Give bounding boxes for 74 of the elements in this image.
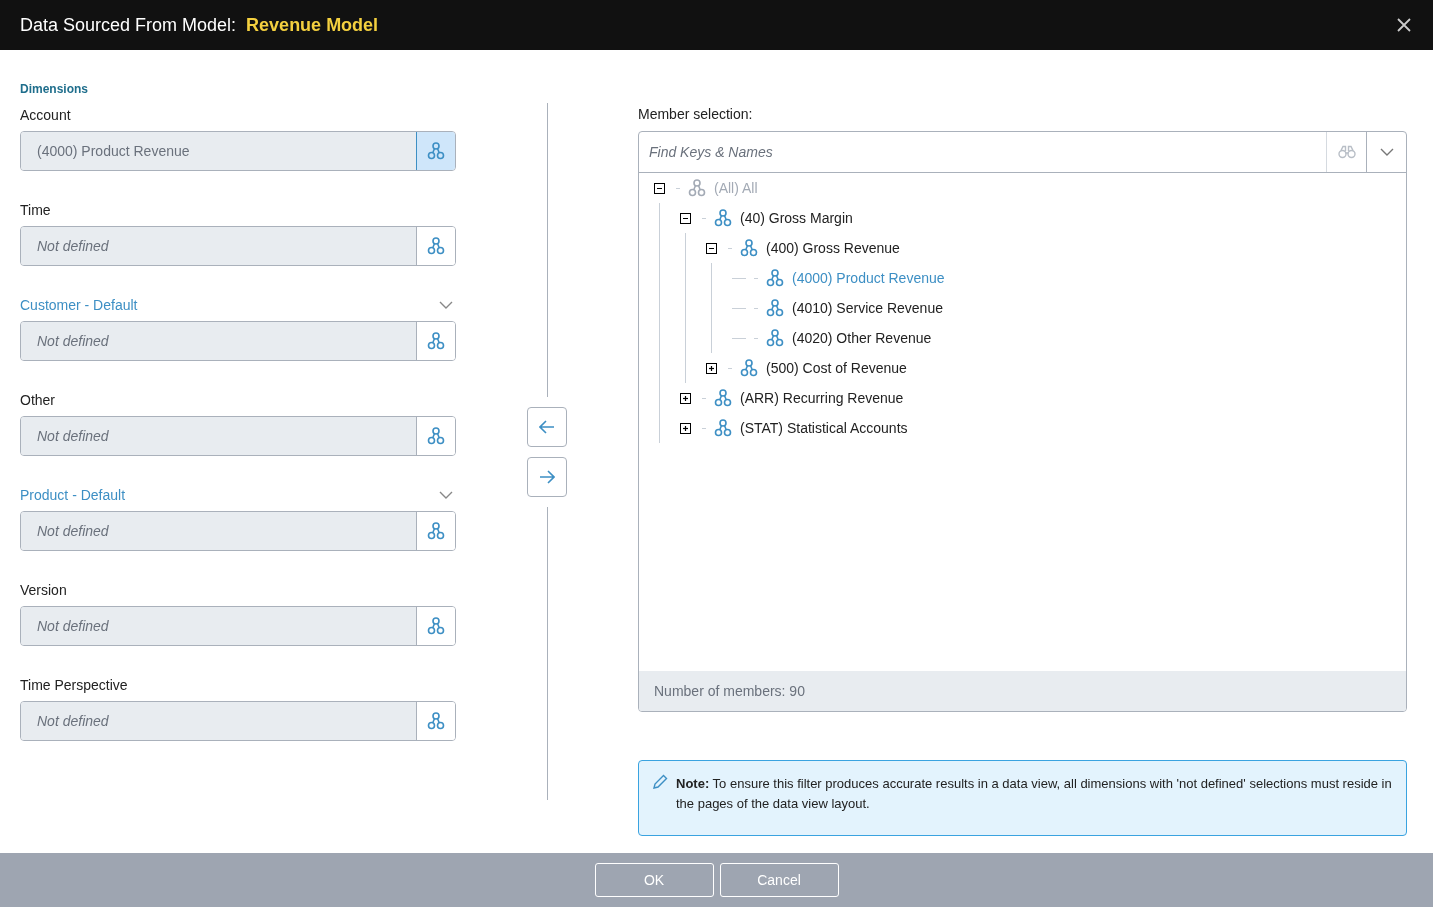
chevron-down-icon[interactable]	[439, 491, 453, 499]
hierarchy-icon	[714, 389, 732, 407]
hierarchy-icon	[427, 712, 445, 730]
tree-item[interactable]: (4020) Other Revenue	[792, 327, 932, 349]
dimension-label: Account	[20, 105, 71, 125]
dimension-field[interactable]: Not defined	[20, 606, 456, 646]
dimension-label: Time	[20, 200, 51, 220]
hierarchy-icon	[427, 332, 445, 350]
hierarchy-button[interactable]	[416, 512, 455, 550]
dimension-field[interactable]: Not defined	[20, 226, 456, 266]
dimension-label[interactable]: Customer - Default	[20, 294, 138, 316]
hierarchy-icon	[427, 427, 445, 445]
dimension-field[interactable]: Not defined	[20, 511, 456, 551]
hierarchy-button[interactable]	[416, 132, 455, 170]
tree-item[interactable]: (4000) Product Revenue	[792, 267, 945, 289]
hierarchy-icon	[740, 359, 758, 377]
tree-item[interactable]: (ARR) Recurring Revenue	[740, 387, 904, 409]
member-selection-label: Member selection:	[638, 105, 754, 124]
cancel-button[interactable]: Cancel	[719, 863, 839, 897]
expand-toggle[interactable]	[680, 422, 691, 434]
hierarchy-icon	[427, 237, 445, 255]
arrow-right-icon	[539, 469, 555, 484]
tree-item[interactable]: (4010) Service Revenue	[792, 297, 943, 319]
tree-item[interactable]: (400) Gross Revenue	[766, 237, 900, 259]
collapse-toggle[interactable]	[680, 212, 691, 224]
hierarchy-icon	[427, 617, 445, 635]
window-title: Data Sourced From Model:	[20, 13, 237, 37]
dimension-label[interactable]: Product - Default	[20, 484, 126, 506]
binoculars-icon	[1337, 145, 1356, 159]
expand-toggle[interactable]	[706, 362, 717, 374]
hierarchy-button[interactable]	[416, 417, 455, 455]
tree-item[interactable]: (40) Gross Margin	[740, 207, 853, 229]
member-count: Number of members: 90	[654, 681, 805, 701]
hierarchy-icon	[766, 299, 784, 317]
hierarchy-icon	[740, 239, 758, 257]
dimension-field[interactable]: Not defined	[20, 701, 456, 741]
pencil-icon	[652, 774, 668, 790]
search-field[interactable]: Find Keys & Names	[639, 132, 1326, 172]
hierarchy-icon	[427, 522, 445, 540]
hierarchy-icon	[766, 329, 784, 347]
hierarchy-button[interactable]	[416, 607, 455, 645]
dimension-label: Version	[20, 580, 67, 600]
move-left-button[interactable]	[527, 406, 567, 447]
chevron-down-icon	[1379, 148, 1394, 156]
model-name: Revenue Model	[246, 13, 379, 37]
collapse-toggle[interactable]	[654, 182, 665, 194]
note-text: Note: To ensure this filter produces accurate results in a data view, all dimensions with 'not defined' selections must reside in the pages of the data view layout.	[676, 775, 1393, 813]
hierarchy-icon	[714, 419, 732, 437]
section-heading: Dimensions	[20, 81, 89, 98]
hierarchy-button[interactable]	[416, 702, 455, 740]
plus-icon	[682, 394, 689, 402]
plus-icon	[708, 364, 715, 372]
expand-toggle[interactable]	[680, 392, 691, 404]
ok-button[interactable]: OK	[594, 863, 714, 897]
plus-icon	[682, 424, 689, 432]
close-button[interactable]	[1395, 16, 1413, 34]
hierarchy-icon	[688, 179, 706, 197]
hierarchy-icon	[766, 269, 784, 287]
dimension-label: Time Perspective	[20, 675, 128, 695]
dimension-field[interactable]: (4000) Product Revenue	[20, 131, 456, 171]
tree-item[interactable]: (500) Cost of Revenue	[766, 357, 907, 379]
chevron-down-icon[interactable]	[439, 301, 453, 309]
arrow-left-icon	[539, 419, 555, 434]
dimension-field[interactable]: Not defined	[20, 416, 456, 456]
dimension-label: Other	[20, 390, 55, 410]
hierarchy-button[interactable]	[416, 322, 455, 360]
hierarchy-icon	[714, 209, 732, 227]
move-right-button[interactable]	[527, 456, 567, 497]
tree-item[interactable]: (STAT) Statistical Accounts	[740, 417, 908, 439]
dimension-field[interactable]: Not defined	[20, 321, 456, 361]
collapse-toggle[interactable]	[706, 242, 717, 254]
hierarchy-icon	[427, 142, 445, 160]
tree-item[interactable]: (All) All	[714, 177, 758, 199]
hierarchy-button[interactable]	[416, 227, 455, 265]
